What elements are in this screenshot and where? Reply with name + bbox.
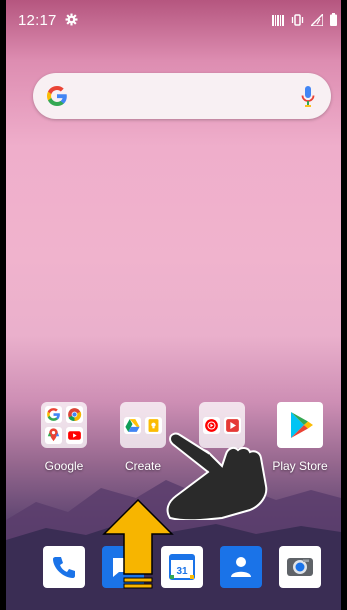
status-bar: 12:17 <box>6 0 341 36</box>
youtube-icon <box>66 427 83 444</box>
app-play-store[interactable]: Play Store <box>264 402 336 473</box>
camera-icon[interactable] <box>279 546 321 588</box>
folder-create-tile <box>120 402 166 448</box>
chrome-icon <box>66 406 83 423</box>
vibrate-icon <box>291 13 304 31</box>
nfc-icon <box>272 13 284 31</box>
app-label: Play Store <box>272 459 328 473</box>
signal-icon <box>309 12 324 31</box>
battery-icon <box>330 13 337 31</box>
keep-notes-icon <box>145 417 162 434</box>
folder-google-tile <box>41 402 87 448</box>
folder-google[interactable]: Google <box>28 402 100 473</box>
tap-hand-icon <box>166 432 268 520</box>
play-store-icon <box>277 402 323 448</box>
gear-icon <box>65 13 78 26</box>
calendar-day: 31 <box>176 566 188 577</box>
google-app-icon <box>45 406 62 423</box>
contacts-icon[interactable] <box>220 546 262 588</box>
app-label: Google <box>44 459 84 473</box>
maps-icon <box>45 427 62 444</box>
clock-time: 12:17 <box>18 12 57 29</box>
home-screen: 12:17 Google Create Play Store 31 <box>6 0 341 610</box>
swipe-up-arrow-icon <box>102 498 174 589</box>
drive-icon <box>124 417 141 434</box>
phone-icon[interactable] <box>43 546 85 588</box>
google-g-icon <box>47 86 67 106</box>
microphone-icon[interactable] <box>301 84 315 108</box>
google-search-bar[interactable] <box>33 73 331 119</box>
